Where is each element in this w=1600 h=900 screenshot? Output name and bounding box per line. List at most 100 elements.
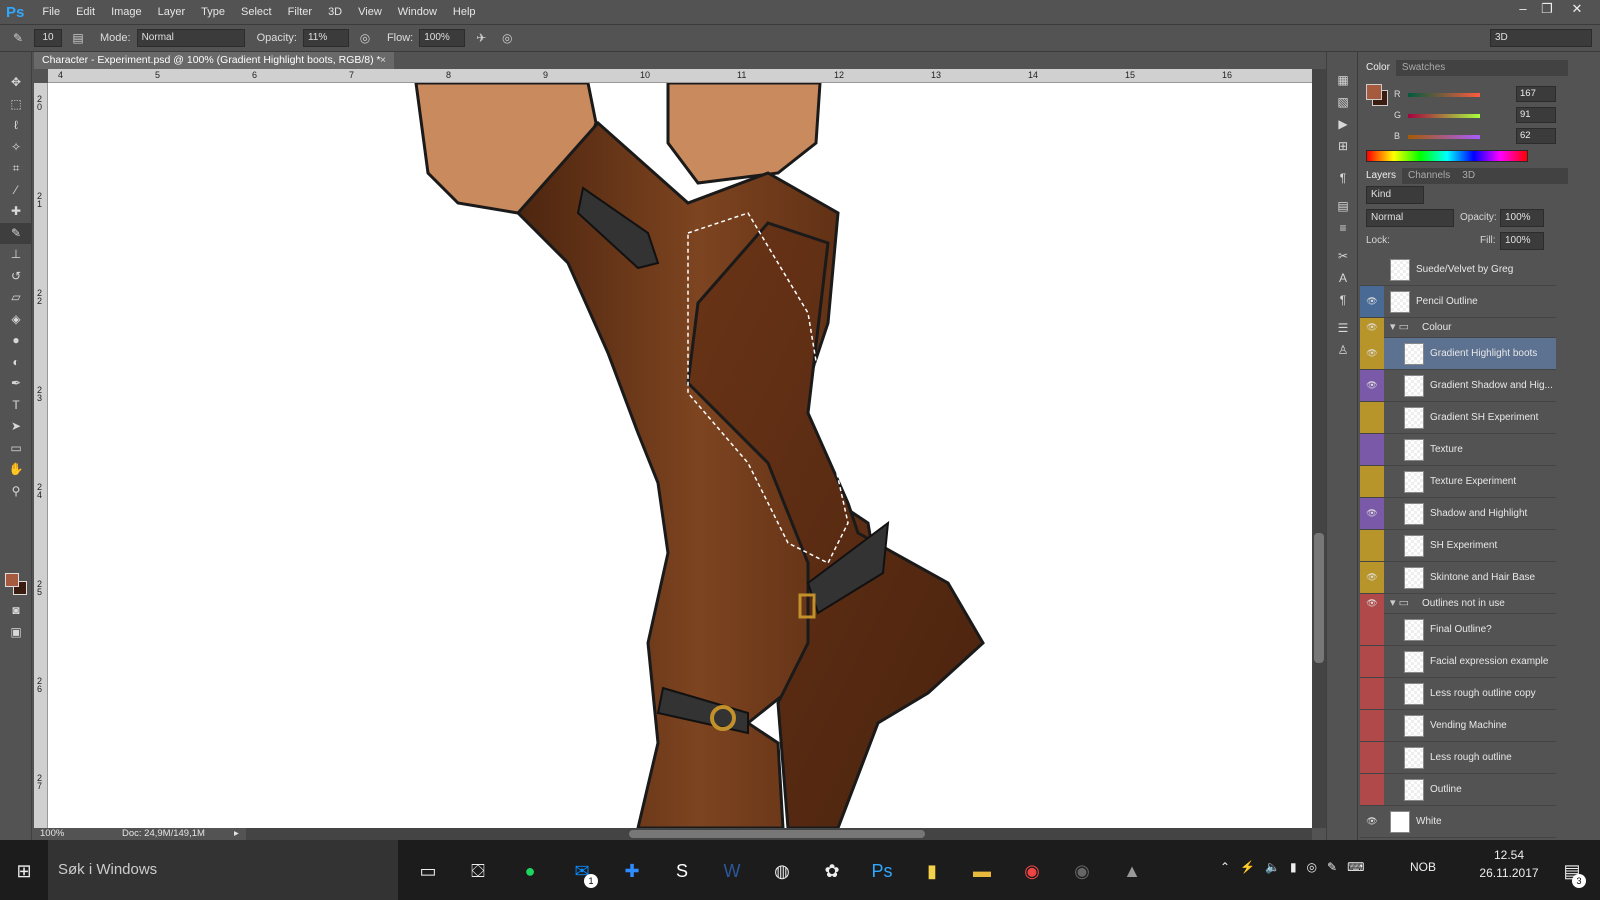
system-tray-icons[interactable]: ⌃⚡🔈▮◎✎⌨ <box>1220 860 1374 874</box>
history-brush-icon[interactable]: ↺ <box>0 266 32 288</box>
mode-select[interactable]: Normal <box>136 29 245 47</box>
layer-thumbnail[interactable] <box>1404 747 1424 769</box>
minimize-icon[interactable]: – <box>1512 0 1534 20</box>
document-tab[interactable]: Character - Experiment.psd @ 100% (Gradi… <box>34 52 394 69</box>
layer-row[interactable]: 👁 Skintone and Hair Base <box>1360 562 1556 594</box>
red-channel[interactable]: R 167 <box>1394 86 1556 102</box>
visibility-toggle[interactable] <box>1360 402 1384 433</box>
app-icon[interactable]: ◍ <box>764 850 800 892</box>
zoom-level[interactable]: 100% <box>40 828 64 840</box>
green-value[interactable]: 91 <box>1516 107 1556 123</box>
pressure-opacity-icon[interactable]: ◎ <box>355 28 375 48</box>
menu-image[interactable]: Image <box>103 0 150 24</box>
layer-row[interactable]: 👁 Shadow and Highlight <box>1360 498 1556 530</box>
menu-select[interactable]: Select <box>233 0 280 24</box>
word-icon[interactable]: W <box>714 850 750 892</box>
eye-icon[interactable]: 👁 <box>1360 806 1384 837</box>
brush-preset-icon[interactable]: ✎ <box>8 28 28 48</box>
blue-channel[interactable]: B 62 <box>1394 128 1556 144</box>
tab-layers[interactable]: Layers <box>1360 168 1403 184</box>
eye-icon[interactable]: 👁 <box>1360 370 1384 401</box>
canvas-area[interactable] <box>48 83 1312 828</box>
windows-start-icon[interactable]: ⊞ <box>6 850 42 892</box>
rectangle-tool-icon[interactable]: ▭ <box>0 438 32 460</box>
layer-row[interactable]: 👁 White <box>1360 806 1556 838</box>
layer-row[interactable]: Texture Experiment <box>1360 466 1556 498</box>
red-value[interactable]: 167 <box>1516 86 1556 102</box>
folder-icon[interactable]: ▾ ▭ <box>1390 594 1409 613</box>
clock-date[interactable]: 26.11.2017 <box>1474 866 1544 880</box>
tab-channels[interactable]: Channels <box>1402 168 1456 184</box>
menu-help[interactable]: Help <box>445 0 484 24</box>
brush-size-picker[interactable]: 10 <box>34 29 62 47</box>
healing-tool-icon[interactable]: ✚ <box>0 201 32 223</box>
layer-thumbnail[interactable] <box>1404 503 1424 525</box>
visibility-toggle[interactable] <box>1360 614 1384 645</box>
tab-color[interactable]: Color <box>1360 60 1396 76</box>
skype-icon[interactable]: S <box>664 850 700 892</box>
chrome-inactive-icon[interactable]: ◉ <box>1064 850 1100 892</box>
quick-mask-icon[interactable]: ◙ <box>0 600 32 622</box>
notes-panel-icon[interactable]: ≡ <box>1327 218 1359 240</box>
libraries-panel-icon[interactable]: ▤ <box>1327 196 1359 218</box>
tab-3d[interactable]: 3D <box>1456 168 1481 184</box>
sticky-notes-icon[interactable]: ▮ <box>914 850 950 892</box>
layer-thumbnail[interactable] <box>1404 343 1424 365</box>
layer-thumbnail[interactable] <box>1404 535 1424 557</box>
visibility-toggle[interactable] <box>1360 254 1384 285</box>
menu-window[interactable]: Window <box>390 0 445 24</box>
blue-value[interactable]: 62 <box>1516 128 1556 144</box>
layer-fill-input[interactable]: 100% <box>1500 232 1544 250</box>
lasso-tool-icon[interactable]: ℓ <box>0 115 32 137</box>
layer-row[interactable]: SH Experiment <box>1360 530 1556 562</box>
eraser-tool-icon[interactable]: ▱ <box>0 287 32 309</box>
layer-thumbnail[interactable] <box>1404 651 1424 673</box>
spotify-icon[interactable]: ● <box>512 850 548 892</box>
horizontal-scrollbar[interactable] <box>246 828 1312 840</box>
visibility-toggle[interactable] <box>1360 466 1384 497</box>
folder-icon[interactable]: ▾ ▭ <box>1390 318 1409 337</box>
task-view-icon[interactable]: ▭ <box>410 850 446 892</box>
status-arrow-icon[interactable]: ▸ <box>234 828 239 840</box>
close-icon[interactable]: ✕ <box>1566 0 1588 20</box>
layer-filter-kind[interactable]: Kind <box>1366 186 1424 204</box>
eye-icon[interactable]: 👁 <box>1360 562 1384 593</box>
layer-row[interactable]: Final Outline? <box>1360 614 1556 646</box>
tool-presets-icon[interactable]: ☰ <box>1327 318 1359 340</box>
menu-filter[interactable]: Filter <box>280 0 320 24</box>
layer-thumbnail[interactable] <box>1404 619 1424 641</box>
chrome-icon[interactable]: ◉ <box>1014 850 1050 892</box>
layer-thumbnail[interactable] <box>1404 683 1424 705</box>
visibility-toggle[interactable] <box>1360 742 1384 773</box>
eye-icon[interactable]: 👁 <box>1360 286 1384 317</box>
layer-row[interactable]: Vending Machine <box>1360 710 1556 742</box>
visibility-toggle[interactable] <box>1360 434 1384 465</box>
pressure-size-icon[interactable]: ◎ <box>497 28 517 48</box>
vertical-scroll-thumb[interactable] <box>1314 533 1324 663</box>
zoom-tool-icon[interactable]: ⚲ <box>0 481 32 503</box>
eyedropper-tool-icon[interactable]: ⁄ <box>0 180 32 202</box>
layer-thumbnail[interactable] <box>1404 779 1424 801</box>
screen-mode-icon[interactable]: ▣ <box>0 622 32 644</box>
action-center-icon[interactable]: ▤ <box>1554 850 1590 892</box>
type-tool-icon[interactable]: T <box>0 395 32 417</box>
layer-thumbnail[interactable] <box>1404 567 1424 589</box>
layer-row[interactable]: 👁 Gradient Highlight boots <box>1360 338 1556 370</box>
properties-panel-icon[interactable]: ▧ <box>1327 92 1359 114</box>
green-slider[interactable] <box>1408 114 1480 118</box>
menu-3d[interactable]: 3D <box>320 0 350 24</box>
doc-size[interactable]: Doc: 24,9M/149,1M <box>122 828 205 840</box>
layer-thumbnail[interactable] <box>1404 375 1424 397</box>
paint-bucket-icon[interactable]: ◈ <box>0 309 32 331</box>
red-slider[interactable] <box>1408 93 1480 97</box>
vertical-scrollbar[interactable] <box>1312 69 1326 828</box>
restore-icon[interactable]: ❐ <box>1536 0 1558 20</box>
green-channel[interactable]: G 91 <box>1394 107 1556 123</box>
brush-presets-icon[interactable]: ✂ <box>1327 246 1359 268</box>
brush-tool-icon[interactable]: ✎ <box>0 222 32 244</box>
menu-file[interactable]: File <box>34 0 68 24</box>
crop-tool-icon[interactable]: ⌗ <box>0 158 32 180</box>
marquee-tool-icon[interactable]: ⬚ <box>0 94 32 116</box>
store-icon[interactable]: ⛋ <box>460 850 496 892</box>
file-explorer-icon[interactable]: ▬ <box>964 850 1000 892</box>
